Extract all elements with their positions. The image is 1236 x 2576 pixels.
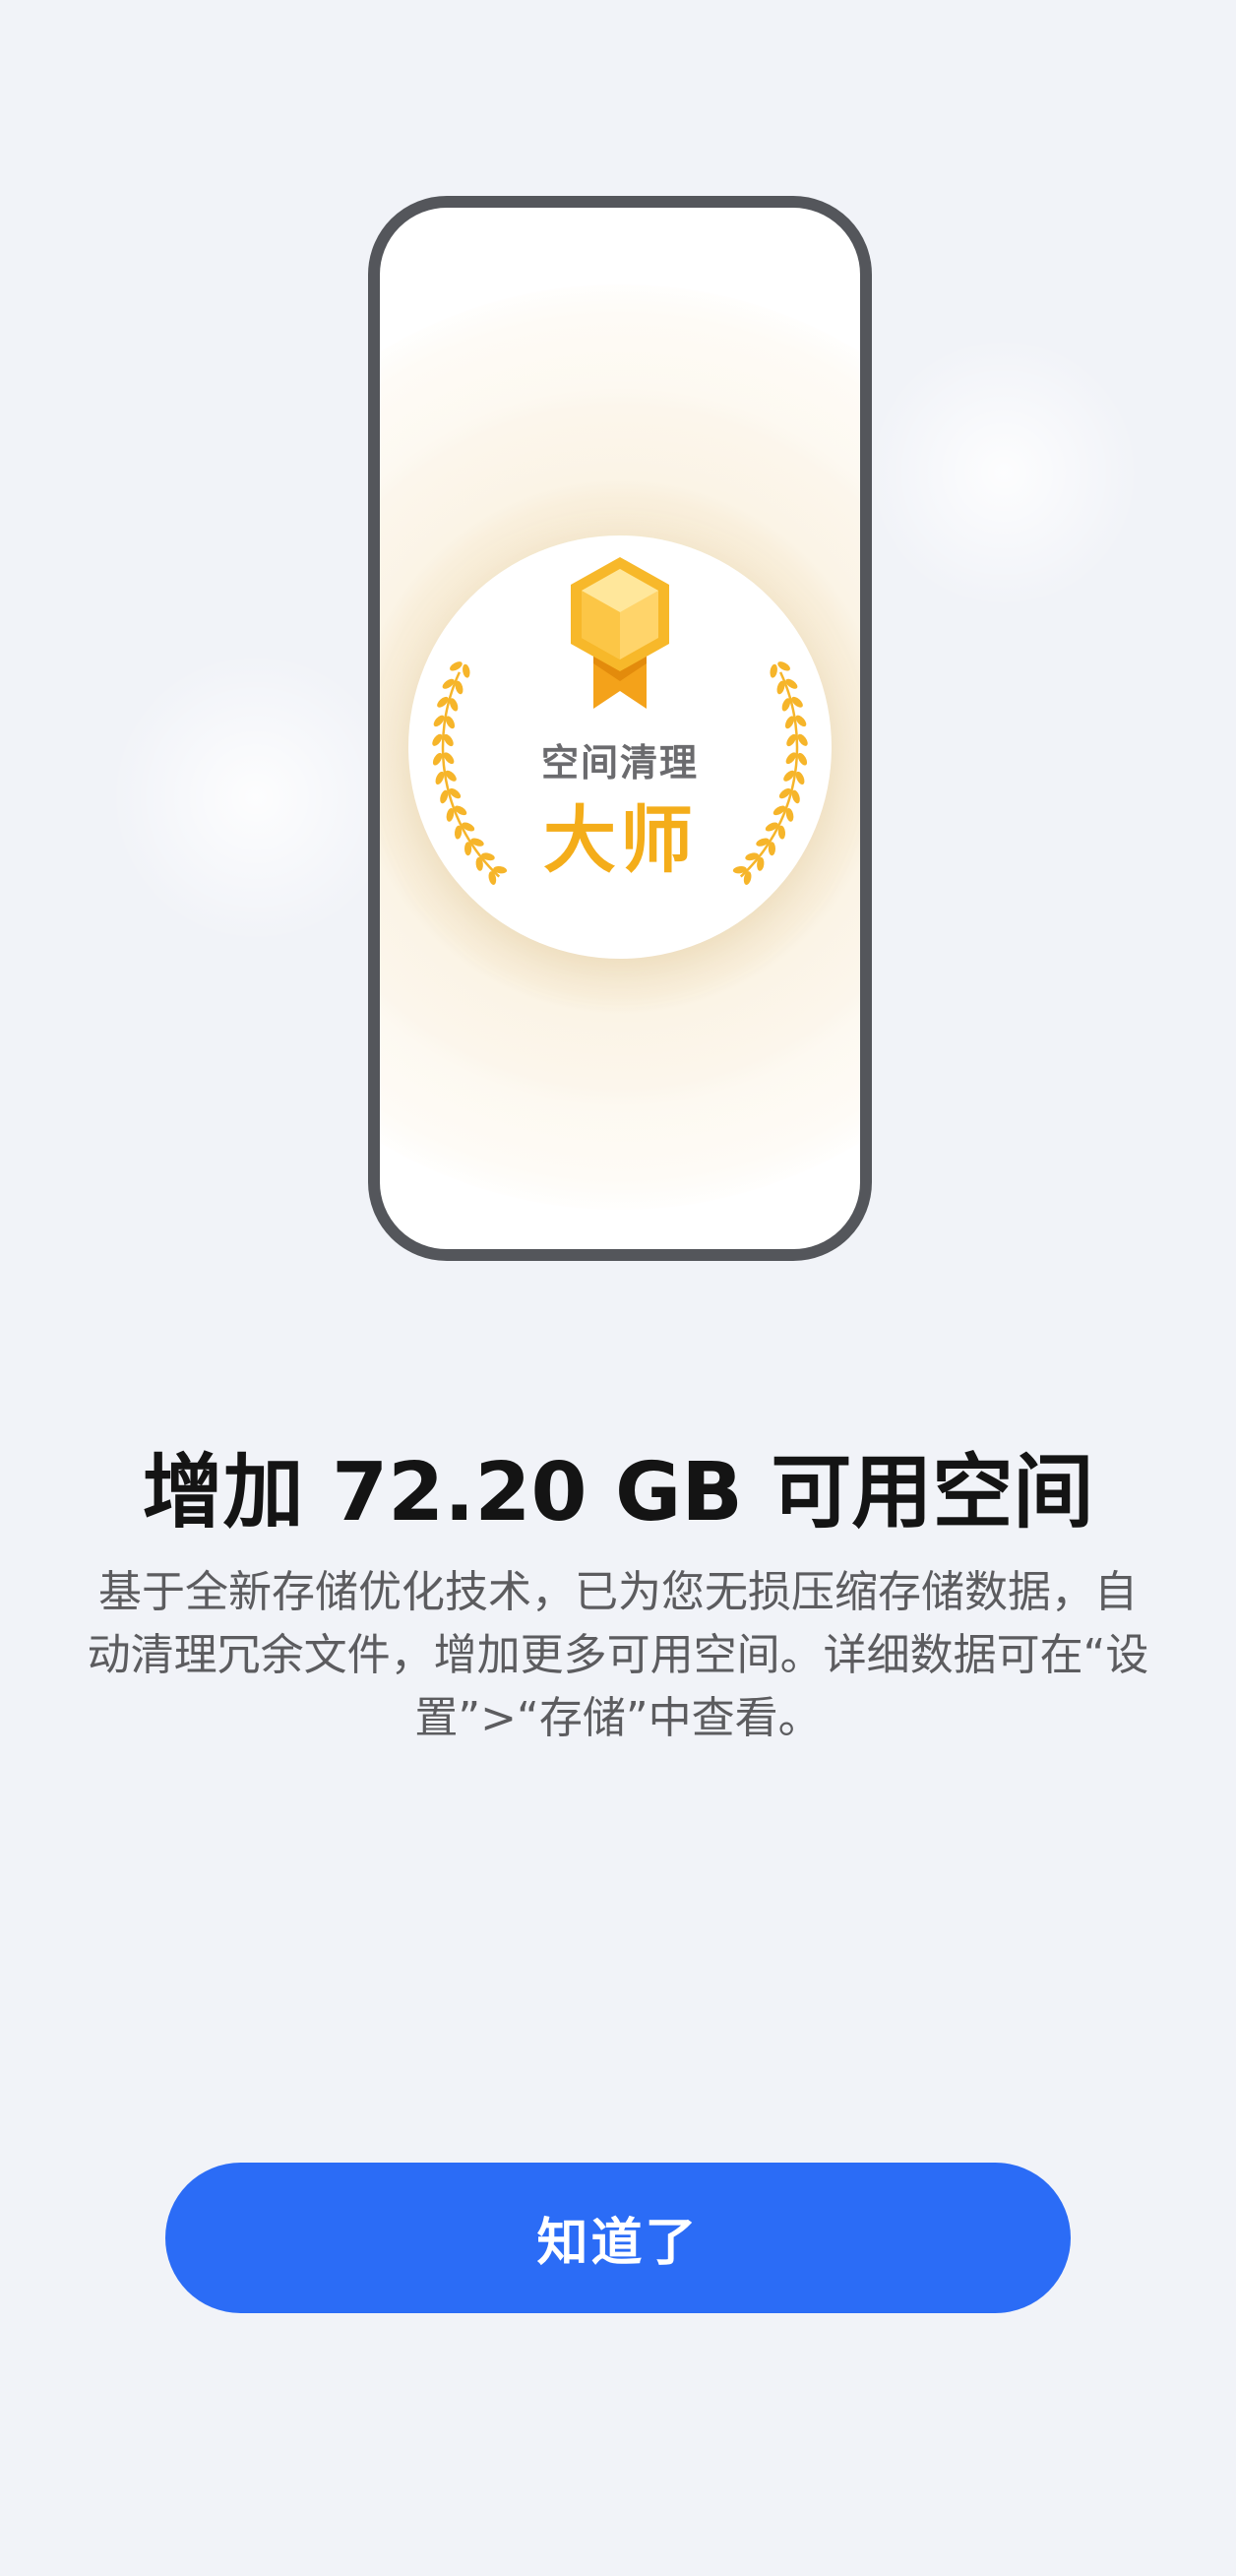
headline: 增加 72.20 GB 可用空间 <box>142 1446 1094 1539</box>
background-blob <box>108 650 403 945</box>
medal-icon <box>571 557 669 709</box>
got-it-button[interactable]: 知道了 <box>165 2163 1071 2313</box>
phone-illustration: 空间清理 大师 <box>368 196 872 1261</box>
background-blob <box>866 335 1142 610</box>
badge-title: 大师 <box>543 798 697 883</box>
achievement-badge: 空间清理 大师 <box>408 535 832 959</box>
description: 基于全新存储优化技术，已为您无损压缩存储数据，自动清理冗余文件，增加更多可用空间… <box>87 1567 1149 1743</box>
badge-subtitle: 空间清理 <box>540 741 699 785</box>
